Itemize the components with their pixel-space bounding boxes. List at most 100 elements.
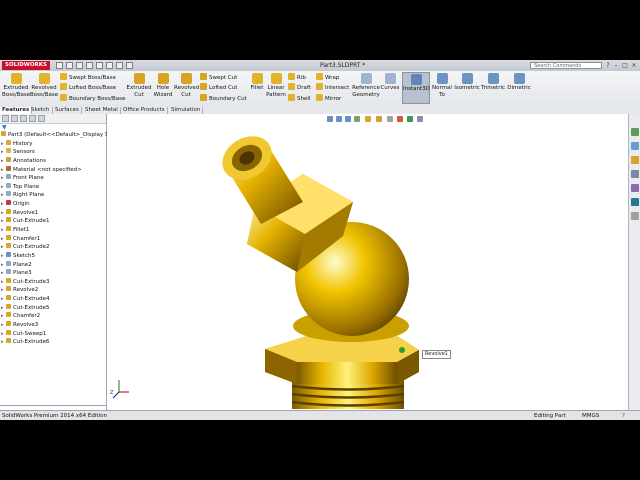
draft-icon [288, 83, 295, 90]
tree-item[interactable]: ▸ Top Plane [1, 182, 39, 192]
help-icon[interactable]: ? [604, 62, 612, 69]
tree-item[interactable]: ▸ Plane2 [1, 260, 32, 270]
rib-button[interactable]: Rib [288, 73, 306, 82]
print-icon[interactable] [86, 62, 93, 69]
draft-button[interactable]: Draft [288, 83, 311, 92]
undo-icon[interactable] [96, 62, 103, 69]
restore-button[interactable]: □ [621, 62, 629, 69]
save-icon[interactable] [76, 62, 83, 69]
tree-item[interactable]: ▸ Revolve2 [1, 286, 38, 295]
hole-wizard-button[interactable]: Hole Wizard [152, 73, 174, 98]
tab-sheet-metal[interactable]: Sheet Metal [83, 107, 121, 114]
configuration-manager-icon[interactable] [20, 115, 27, 122]
help-icon[interactable]: ? [622, 411, 625, 420]
tree-root[interactable]: Part3 (Default<<Default>_Display Sta [1, 131, 114, 140]
tree-item[interactable]: ▸ Cut-Extrude6 [1, 338, 49, 347]
design-library-icon[interactable] [631, 142, 639, 150]
tree-item[interactable]: ▸ Sketch5 [1, 251, 35, 261]
tree-item[interactable]: ▸ Cut-Sweep1 [1, 329, 46, 339]
grease-nipple-model[interactable]: Z [107, 114, 628, 410]
tree-item[interactable]: ▸ Cut-Extrude5 [1, 303, 49, 313]
solidworks-resources-icon[interactable] [631, 128, 639, 136]
tree-item[interactable]: ▸ Revolve1 [1, 208, 38, 218]
revolved-cut-icon [180, 73, 192, 84]
lofted-boss-button[interactable]: Lofted Boss/Base [60, 83, 116, 92]
tree-item[interactable]: ▸ Right Plane [1, 191, 44, 200]
swept-cut-button[interactable]: Swept Cut [200, 73, 237, 82]
tab-features[interactable]: Features [0, 107, 33, 114]
tree-item[interactable]: ▸ Origin [1, 200, 30, 209]
property-manager-icon[interactable] [11, 115, 18, 122]
boundary-boss-button[interactable]: Boundary Boss/Base [60, 94, 125, 103]
search-icon[interactable] [631, 170, 639, 178]
swept-boss-button[interactable]: Swept Boss/Base [60, 73, 116, 82]
revolved-cut-button[interactable]: Revolved Cut [174, 73, 199, 98]
close-button[interactable]: × [630, 62, 638, 69]
redo-icon[interactable] [106, 62, 113, 69]
extruded-cut-button[interactable]: Extruded Cut [126, 73, 152, 98]
status-mode: Editing Part [534, 413, 566, 419]
unit-system[interactable]: MMGS [582, 411, 599, 420]
appearances-icon[interactable] [631, 198, 639, 206]
reference-geometry-button[interactable]: Reference Geometry [352, 73, 380, 98]
fillet-button[interactable]: Fillet [248, 73, 266, 92]
custom-properties-icon[interactable] [631, 212, 639, 220]
intersect-button[interactable]: Intersect [316, 83, 349, 92]
reference-geometry-icon [360, 73, 372, 84]
linear-pattern-button[interactable]: Linear Pattern [266, 73, 286, 98]
tree-item[interactable]: ▸ Chamfer1 [1, 234, 40, 244]
tree-item[interactable]: ▸ Front Plane [1, 174, 44, 183]
dimetric-button[interactable]: Dimetric [506, 73, 532, 92]
tab-sketch[interactable]: Sketch [29, 107, 53, 114]
minimize-button[interactable]: – [612, 62, 620, 69]
tree-item[interactable]: ▸ Annotations [1, 156, 46, 166]
mirror-button[interactable]: Mirror [316, 94, 341, 103]
open-file-icon[interactable] [66, 62, 73, 69]
wrap-button[interactable]: Wrap [316, 73, 339, 82]
boundary-cut-button[interactable]: Boundary Cut [200, 94, 247, 103]
new-file-icon[interactable] [56, 62, 63, 69]
extruded-cut-label: Extruded Cut [126, 85, 152, 98]
options-icon[interactable] [126, 62, 133, 69]
tab-office-products[interactable]: Office Products [121, 107, 168, 114]
file-explorer-icon[interactable] [631, 156, 639, 164]
trimetric-button[interactable]: Trimetric [480, 73, 506, 92]
tree-item[interactable]: ▸ Revolve3 [1, 321, 38, 330]
tree-item[interactable]: ▸ History [1, 139, 33, 149]
lofted-cut-label: Lofted Cut [209, 85, 238, 91]
tree-item-label: History [13, 140, 33, 147]
revolve-icon [6, 208, 11, 214]
sensor-icon [6, 148, 11, 154]
extruded-boss-button[interactable]: Extruded Boss/Base [2, 73, 30, 98]
lofted-cut-button[interactable]: Lofted Cut [200, 83, 237, 92]
tree-item[interactable]: ▸ Plane3 [1, 269, 32, 278]
part-icon [1, 131, 6, 136]
tree-item[interactable]: ▸ Cut-Extrude4 [1, 295, 49, 304]
tree-item[interactable]: ▸ Chamfer2 [1, 312, 40, 321]
tree-item[interactable]: ▸ Material <not specified> [1, 165, 82, 175]
rebuild-icon[interactable] [116, 62, 123, 69]
tab-surfaces[interactable]: Surfaces [53, 107, 82, 114]
dimxpert-icon[interactable] [29, 115, 36, 122]
feature-manager-icon[interactable] [2, 115, 9, 122]
curves-button[interactable]: Curves [380, 73, 400, 92]
search-commands-input[interactable]: Search Commands [530, 62, 602, 69]
tab-simulation[interactable]: Simulation [169, 107, 204, 114]
tree-item[interactable]: ▸ Cut-Extrude1 [1, 217, 49, 226]
tree-item[interactable]: ▸ Fillet1 [1, 226, 29, 235]
revolved-boss-button[interactable]: Revolved Boss/Base [30, 73, 58, 98]
plane-icon [6, 191, 11, 197]
display-manager-icon[interactable] [38, 115, 45, 122]
tree-item[interactable]: ▸ Cut-Extrude2 [1, 243, 49, 252]
tree-item[interactable]: ▸ Sensors [1, 148, 35, 157]
plane-icon [6, 260, 11, 266]
normal-to-button[interactable]: Normal To [432, 73, 452, 98]
view-palette-icon[interactable] [631, 184, 639, 192]
filter-icon[interactable]: ▼ [2, 124, 7, 131]
shell-button[interactable]: Shell [288, 94, 310, 103]
status-product: SolidWorks Premium 2014 x64 Edition [2, 413, 107, 419]
isometric-button[interactable]: Isometric [454, 73, 480, 92]
tree-item[interactable]: ▸ Cut-Extrude3 [1, 277, 49, 287]
graphics-area[interactable]: Z Revolve1 [107, 114, 628, 410]
instant3d-button[interactable]: Instant3D [402, 72, 430, 104]
